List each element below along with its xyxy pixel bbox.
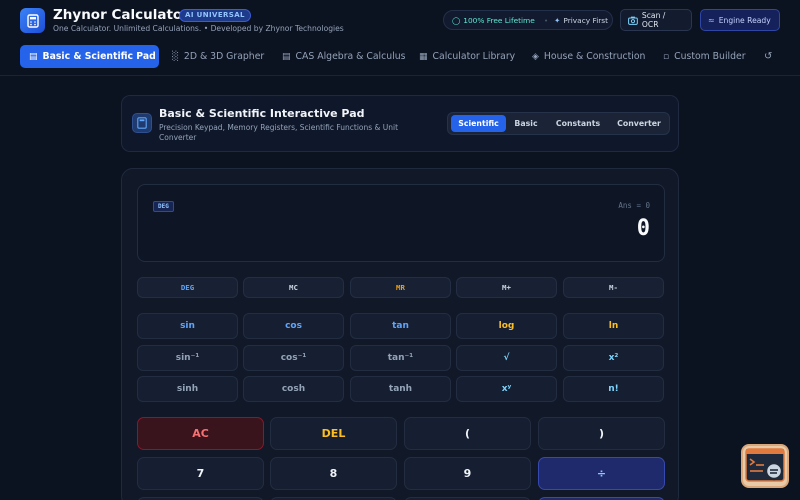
- digit-7-key[interactable]: 7: [137, 457, 264, 490]
- app-subtitle: One Calculator. Unlimited Calculations. …: [53, 24, 344, 33]
- scan-ocr-label: Scan / OCR: [641, 11, 666, 29]
- cosh-key[interactable]: cosh: [243, 376, 344, 402]
- history-button[interactable]: ↺: [764, 45, 772, 68]
- ln-key[interactable]: ln: [563, 313, 664, 339]
- digit-8-key[interactable]: 8: [270, 457, 397, 490]
- square-key[interactable]: x²: [563, 345, 664, 371]
- nav-tab-library[interactable]: ▦ Calculator Library: [419, 45, 515, 68]
- factorial-key[interactable]: n!: [563, 376, 664, 402]
- nav-tab-label: Calculator Library: [432, 51, 516, 62]
- app-title: Zhynor Calculator: [53, 7, 189, 23]
- file-icon: ▫: [663, 51, 670, 62]
- nav-tab-label: House & Construction: [543, 51, 646, 62]
- tan-key[interactable]: tan: [350, 313, 451, 339]
- privacy-label: Privacy First: [563, 15, 609, 25]
- calculator-icon: [132, 113, 152, 133]
- pad-description: Precision Keypad, Memory Registers, Scie…: [159, 123, 399, 142]
- grid-icon: ▦: [419, 51, 428, 62]
- nav-divider: [0, 75, 800, 76]
- previous-answer: Ans = 0: [618, 201, 650, 210]
- pad-header-card: Basic & Scientific Interactive Pad Preci…: [121, 95, 679, 152]
- arccos-key[interactable]: cos⁻¹: [243, 345, 344, 371]
- calculator-body: DEG Ans = 0 0 DEG MC MR M+ M- sin cos ta…: [121, 168, 679, 500]
- nav-tab-label: CAS Algebra & Calculus: [295, 51, 406, 62]
- digit-9-key[interactable]: 9: [404, 457, 531, 490]
- free-lifetime-label: 100% Free Lifetime: [463, 15, 535, 25]
- calculator-display: DEG Ans = 0 0: [137, 184, 665, 262]
- tab-scientific[interactable]: Scientific: [451, 115, 506, 132]
- main-nav: ▤ Basic & Scientific Pad ░ 2D & 3D Graph…: [0, 45, 800, 69]
- terminal-search-icon: [745, 448, 785, 482]
- arctan-key[interactable]: tan⁻¹: [350, 345, 451, 371]
- sqrt-key[interactable]: √: [456, 345, 557, 371]
- memory-clear-key[interactable]: MC: [243, 277, 344, 298]
- engine-status-button[interactable]: ≈ Engine Ready: [700, 9, 780, 31]
- divide-key[interactable]: ÷: [538, 457, 665, 490]
- ai-badge: AI UNIVERSAL: [179, 9, 251, 22]
- memory-add-key[interactable]: M+: [456, 277, 557, 298]
- calculator-icon: ▤: [29, 51, 38, 62]
- nav-tab-cas[interactable]: ▤ CAS Algebra & Calculus: [282, 45, 405, 68]
- camera-icon: [628, 16, 638, 25]
- tab-converter[interactable]: Converter: [610, 115, 668, 132]
- nav-tab-label: 2D & 3D Grapher: [183, 51, 265, 62]
- sinh-key[interactable]: sinh: [137, 376, 238, 402]
- memory-recall-key[interactable]: MR: [350, 277, 451, 298]
- memory-subtract-key[interactable]: M-: [563, 277, 664, 298]
- delete-key[interactable]: DEL: [270, 417, 397, 450]
- document-icon: ▤: [282, 51, 291, 62]
- log-key[interactable]: log: [456, 313, 557, 339]
- shield-icon: ◯: [452, 15, 461, 25]
- nav-tab-grapher[interactable]: ░ 2D & 3D Grapher: [172, 45, 264, 68]
- angle-mode-badge: DEG: [153, 201, 174, 212]
- app-header: Zhynor Calculator AI UNIVERSAL One Calcu…: [0, 0, 800, 42]
- engine-status-label: Engine Ready: [718, 15, 771, 25]
- angle-mode-toggle[interactable]: DEG: [137, 277, 238, 298]
- cos-key[interactable]: cos: [243, 313, 344, 339]
- layers-icon: ◈: [532, 51, 539, 62]
- assistant-float-button[interactable]: [741, 444, 789, 488]
- calculator-logo-icon: [20, 8, 45, 33]
- tab-basic[interactable]: Basic: [508, 115, 544, 132]
- separator-dot: •: [543, 15, 549, 25]
- tab-constants[interactable]: Constants: [547, 115, 609, 132]
- nav-tab-basic-scientific[interactable]: ▤ Basic & Scientific Pad: [20, 45, 159, 68]
- nav-tab-house[interactable]: ◈ House & Construction: [532, 45, 645, 68]
- wifi-icon: ≈: [708, 15, 715, 25]
- chart-icon: ░: [172, 51, 179, 62]
- pad-title: Basic & Scientific Interactive Pad: [159, 107, 365, 120]
- power-key[interactable]: xʸ: [456, 376, 557, 402]
- open-paren-key[interactable]: (: [404, 417, 531, 450]
- nav-tab-custom-builder[interactable]: ▫ Custom Builder: [663, 45, 746, 68]
- history-icon: ↺: [764, 51, 773, 62]
- arcsin-key[interactable]: sin⁻¹: [137, 345, 238, 371]
- result-value: 0: [636, 216, 650, 241]
- sin-key[interactable]: sin: [137, 313, 238, 339]
- mode-tabs: Scientific Basic Constants Converter: [447, 112, 670, 135]
- close-paren-key[interactable]: ): [538, 417, 665, 450]
- nav-tab-label: Basic & Scientific Pad: [42, 51, 156, 62]
- sparkle-icon: ✦: [554, 15, 561, 25]
- tanh-key[interactable]: tanh: [350, 376, 451, 402]
- all-clear-key[interactable]: AC: [137, 417, 264, 450]
- nav-tab-label: Custom Builder: [674, 51, 746, 62]
- scan-ocr-button[interactable]: Scan / OCR: [620, 9, 692, 31]
- feature-pills: ◯ 100% Free Lifetime • ✦ Privacy First: [443, 10, 613, 30]
